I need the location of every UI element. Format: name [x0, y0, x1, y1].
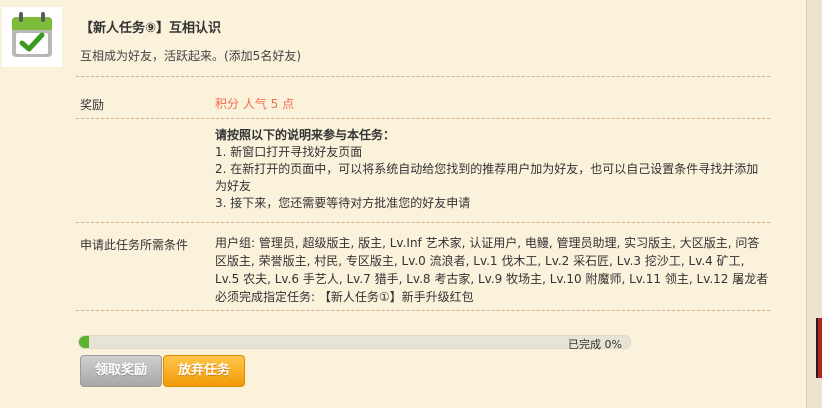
right-scrollbar[interactable]: [806, 0, 822, 408]
scroll-accent: [816, 318, 822, 378]
task-title: 【新人任务⑨】互相认识: [80, 21, 222, 36]
checkmark-calendar-icon: [2, 7, 62, 67]
claim-reward-button[interactable]: 领取奖励: [80, 355, 162, 387]
conditions-label: 申请此任务所需条件: [80, 238, 189, 252]
instruction-step: 2. 在新打开的页面中，可以将系统自动给您找到的推荐用户加为好友，也可以自己设置…: [215, 162, 759, 193]
task-panel: 【新人任务⑨】互相认识 互相成为好友，活跃起来。(添加5名好友) 奖励 积分 人…: [0, 0, 806, 408]
instruction-step[interactable]: 1. 新窗口打开寻找好友页面: [215, 144, 770, 161]
progress-fill: [79, 336, 89, 348]
divider: [76, 222, 770, 223]
progress-bar: [78, 335, 631, 349]
progress-label: 已完成 0%: [568, 338, 622, 351]
conditions-prerequisite: 必须完成指定任务: 【新人任务①】新手升级红包: [215, 290, 474, 304]
conditions: 用户组: 管理员, 超级版主, 版主, Lv.Inf 艺术家, 认证用户, 电鳗…: [215, 234, 770, 306]
conditions-user-groups: 用户组: 管理员, 超级版主, 版主, Lv.Inf 艺术家, 认证用户, 电鳗…: [215, 236, 769, 286]
divider: [76, 310, 770, 311]
divider: [76, 118, 770, 119]
divider: [76, 76, 770, 77]
reward-label: 奖励: [80, 98, 105, 112]
task-description: 互相成为好友，活跃起来。(添加5名好友): [80, 49, 301, 63]
instruction-step: 3. 接下来，您还需要等待对方批准您的好友申请: [215, 196, 471, 210]
reward-value: 积分 人气 5 点: [215, 97, 295, 111]
abandon-task-button[interactable]: 放弃任务: [163, 355, 245, 387]
instructions: 请按照以下的说明来参与本任务： 1. 新窗口打开寻找好友页面 2. 在新打开的页…: [215, 127, 770, 212]
instructions-heading: 请按照以下的说明来参与本任务：: [215, 128, 396, 142]
